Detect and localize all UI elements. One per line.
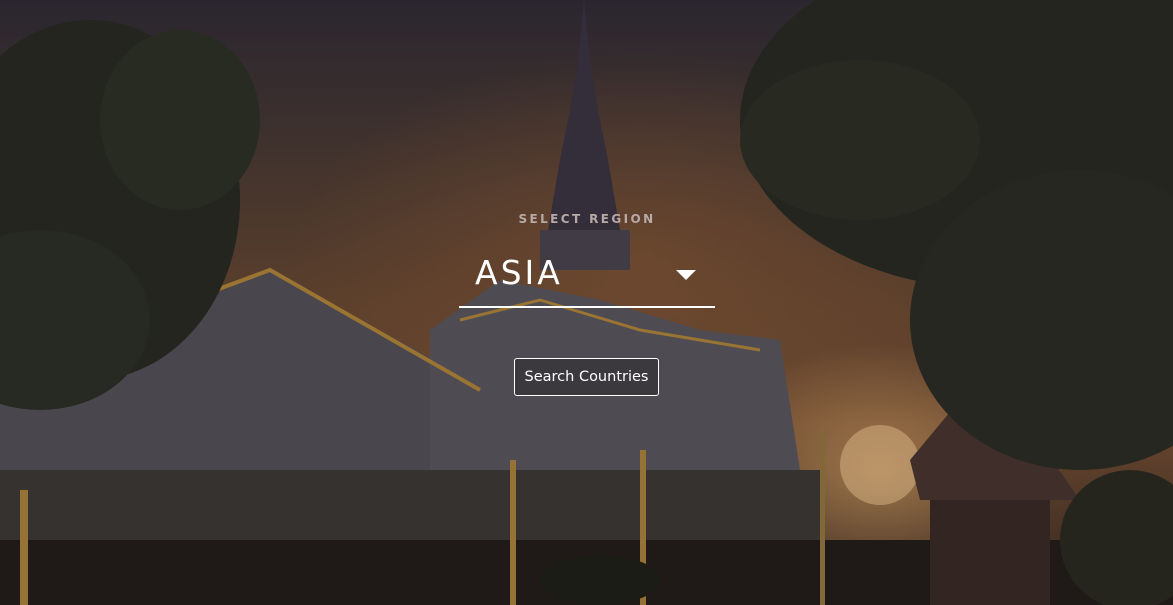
search-countries-button[interactable]: Search Countries	[514, 358, 659, 396]
select-region-label: SELECT REGION	[518, 212, 656, 226]
hero-section: SELECT REGION ASIA Search Countries	[0, 0, 1173, 605]
region-selected-value: ASIA	[475, 253, 563, 292]
region-search-panel: SELECT REGION ASIA Search Countries	[459, 210, 715, 396]
region-dropdown[interactable]: ASIA	[459, 250, 715, 308]
caret-down-icon	[676, 270, 696, 280]
